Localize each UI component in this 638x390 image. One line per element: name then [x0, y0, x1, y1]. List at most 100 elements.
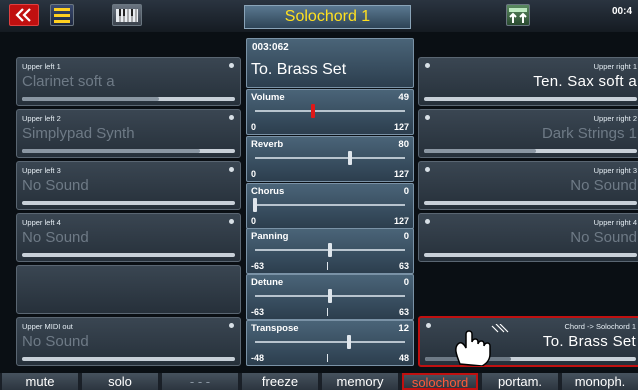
- sound-name: Ten. Sax soft a: [533, 73, 637, 90]
- registration-icon[interactable]: [506, 4, 530, 26]
- status-dot: [425, 219, 430, 224]
- status-dot: [426, 323, 431, 328]
- param-label: Panning: [251, 231, 289, 242]
- chorus-slider[interactable]: Chorus 0 0 127: [246, 183, 414, 229]
- sound-name: Simplypad Synth: [22, 125, 135, 142]
- center-mark: [327, 262, 328, 270]
- status-dot: [425, 63, 430, 68]
- slider-knob[interactable]: [328, 243, 332, 257]
- panel-label: Upper left 3: [22, 166, 61, 175]
- top-bar: Solochord 1 00:4: [0, 0, 638, 32]
- slider-track: [255, 341, 405, 343]
- empty-button[interactable]: - - -: [162, 373, 238, 390]
- param-min: -63: [251, 261, 265, 271]
- monophonic-button[interactable]: monoph.: [562, 373, 638, 390]
- sound-name: No Sound: [22, 229, 89, 246]
- upper-right-1-panel[interactable]: Upper right 1 Ten. Sax soft a: [418, 57, 638, 106]
- panning-slider[interactable]: Panning 0 -63 63: [246, 228, 414, 274]
- chord-solochord-panel[interactable]: Chord -> Solochord 1 To. Brass Set: [418, 316, 638, 367]
- sound-name: To. Brass Set: [251, 61, 347, 78]
- param-max: 127: [393, 216, 409, 226]
- sound-name: No Sound: [22, 333, 89, 350]
- param-label: Transpose: [251, 323, 299, 334]
- param-max: 63: [398, 307, 409, 317]
- portamento-button[interactable]: portam.: [482, 373, 558, 390]
- transpose-slider[interactable]: Transpose 12 -48 48: [246, 320, 414, 366]
- panel-label: Upper right 4: [593, 218, 637, 227]
- volume-bar: [22, 201, 235, 205]
- keyboard-keys-icon: [116, 9, 138, 22]
- sound-name: To. Brass Set: [542, 333, 636, 350]
- param-label: Chorus: [251, 186, 285, 197]
- volume-bar-fill: [22, 97, 159, 101]
- param-value: 0: [403, 231, 409, 242]
- center-mark: [327, 308, 328, 316]
- menu-icon[interactable]: [50, 4, 74, 26]
- status-dot: [229, 115, 234, 120]
- param-min: -48: [251, 353, 265, 363]
- param-value: 0: [403, 277, 409, 288]
- slider-knob[interactable]: [253, 198, 257, 212]
- upper-left-4-panel[interactable]: Upper left 4 No Sound: [16, 213, 241, 262]
- upper-right-2-panel[interactable]: Upper right 2 Dark Strings 1: [418, 109, 638, 158]
- volume-bar: [22, 253, 235, 257]
- slider-track: [255, 157, 405, 159]
- param-min: 0: [251, 122, 257, 132]
- param-min: 0: [251, 169, 257, 179]
- volume-bar: [424, 253, 637, 257]
- upper-midi-out-panel[interactable]: Upper MIDI out No Sound: [16, 317, 241, 366]
- volume-slider[interactable]: Volume 49 0 127: [246, 89, 414, 135]
- slider-track: [255, 110, 405, 112]
- upper-left-3-panel[interactable]: Upper left 3 No Sound: [16, 161, 241, 210]
- sound-number: 003:062: [252, 42, 289, 53]
- bottom-button-bar: mute solo - - - freeze memory solochord …: [0, 373, 638, 390]
- param-max: 127: [393, 122, 409, 132]
- status-dot: [229, 219, 234, 224]
- upper-left-2-panel[interactable]: Upper left 2 Simplypad Synth: [16, 109, 241, 158]
- keyboard-icon[interactable]: [112, 4, 142, 26]
- sound-name: No Sound: [22, 177, 89, 194]
- slider-knob[interactable]: [328, 289, 332, 303]
- param-min: -63: [251, 307, 265, 317]
- reverb-slider[interactable]: Reverb 80 0 127: [246, 136, 414, 182]
- solochord-button[interactable]: solochord: [402, 373, 478, 390]
- slider-knob[interactable]: [310, 104, 315, 118]
- current-sound-box[interactable]: 003:062 To. Brass Set: [246, 38, 414, 88]
- status-dot: [425, 115, 430, 120]
- sound-name: Clarinet soft a: [22, 73, 115, 90]
- mute-button[interactable]: mute: [2, 373, 78, 390]
- empty-panel: [16, 265, 241, 314]
- param-label: Detune: [251, 277, 284, 288]
- sound-name: No Sound: [570, 229, 637, 246]
- panel-label: Upper MIDI out: [22, 322, 73, 331]
- sound-name: Dark Strings 1: [541, 125, 637, 142]
- solo-button[interactable]: solo: [82, 373, 158, 390]
- param-max: 127: [393, 169, 409, 179]
- param-min: 0: [251, 216, 257, 226]
- registration-arrows-icon: [509, 8, 527, 23]
- upper-right-3-panel[interactable]: Upper right 3 No Sound: [418, 161, 638, 210]
- slider-knob[interactable]: [347, 151, 352, 165]
- param-value: 12: [398, 323, 409, 334]
- back-button[interactable]: [9, 4, 39, 26]
- param-value: 0: [403, 186, 409, 197]
- panel-label: Upper left 2: [22, 114, 61, 123]
- status-dot: [229, 63, 234, 68]
- solochord-screen: Solochord 1 00:4 Upper left 1 Clarinet s…: [0, 0, 638, 390]
- status-dot: [229, 167, 234, 172]
- panel-label: Chord -> Solochord 1: [564, 322, 637, 331]
- upper-left-1-panel[interactable]: Upper left 1 Clarinet soft a: [16, 57, 241, 106]
- volume-bar-fill: [22, 149, 200, 153]
- param-label: Reverb: [251, 139, 284, 150]
- volume-bar-fill: [424, 149, 536, 153]
- sound-name: No Sound: [570, 177, 637, 194]
- status-dot: [229, 323, 234, 328]
- memory-button[interactable]: memory: [322, 373, 398, 390]
- detune-slider[interactable]: Detune 0 -63 63: [246, 274, 414, 320]
- panel-label: Upper right 1: [593, 62, 637, 71]
- upper-right-4-panel[interactable]: Upper right 4 No Sound: [418, 213, 638, 262]
- slider-knob[interactable]: [346, 335, 351, 349]
- freeze-button[interactable]: freeze: [242, 373, 318, 390]
- panel-label: Upper left 1: [22, 62, 61, 71]
- panel-label: Upper right 2: [593, 114, 637, 123]
